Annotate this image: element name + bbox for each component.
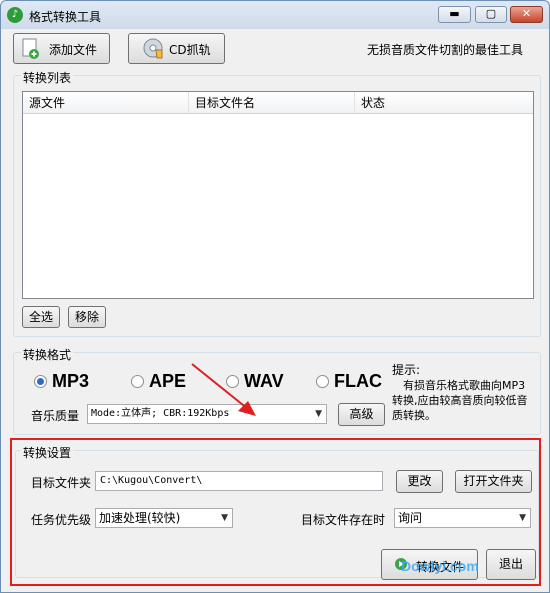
advanced-button[interactable]: 高级	[338, 403, 385, 426]
radio-mp3[interactable]	[34, 375, 47, 388]
tip-title: 提示:	[392, 363, 421, 377]
column-header-source[interactable]: 源文件	[23, 92, 189, 114]
tip-text: 有损音乐格式歌曲向MP3转换,应由较高音质向较低音质转换。	[392, 379, 528, 422]
main-window: ♪ 格式转换工具 ▬ ▢ ✕ 添加文件 CD抓轨 无损音质文件切割的最佳工具 转…	[0, 0, 550, 593]
add-file-button[interactable]: 添加文件	[13, 33, 110, 64]
radio-flac-label[interactable]: FLAC	[334, 371, 382, 392]
title-bar[interactable]: ♪ 格式转换工具 ▬ ▢ ✕	[1, 1, 549, 29]
annotation-arrow	[191, 363, 256, 416]
window-title: 格式转换工具	[29, 10, 102, 24]
close-button[interactable]: ✕	[510, 6, 543, 23]
add-file-icon	[22, 38, 40, 60]
chevron-down-icon: ▼	[315, 409, 322, 419]
radio-mp3-label[interactable]: MP3	[52, 371, 89, 392]
radio-ape-label[interactable]: APE	[149, 371, 186, 392]
radio-ape[interactable]	[131, 375, 144, 388]
column-header-status[interactable]: 状态	[355, 92, 533, 114]
add-file-label: 添加文件	[49, 43, 98, 57]
slogan-text: 无损音质文件切割的最佳工具	[367, 43, 524, 57]
cd-rip-button[interactable]: CD抓轨	[128, 33, 225, 64]
quality-label: 音乐质量	[31, 409, 80, 423]
app-icon: ♪	[7, 7, 23, 23]
remove-button[interactable]: 移除	[68, 306, 106, 328]
minimize-button[interactable]: ▬	[438, 6, 471, 23]
convert-list-label: 转换列表	[21, 69, 74, 86]
cd-icon	[143, 38, 165, 60]
column-header-target[interactable]: 目标文件名	[189, 92, 355, 114]
radio-flac[interactable]	[316, 375, 329, 388]
format-label: 转换格式	[21, 346, 74, 363]
watermark-text: Dowlyi.com	[401, 558, 479, 574]
select-all-button[interactable]: 全选	[22, 306, 60, 328]
cd-rip-label: CD抓轨	[169, 43, 211, 57]
maximize-button[interactable]: ▢	[475, 6, 507, 23]
convert-list-view[interactable]: 源文件 目标文件名 状态	[22, 91, 534, 299]
